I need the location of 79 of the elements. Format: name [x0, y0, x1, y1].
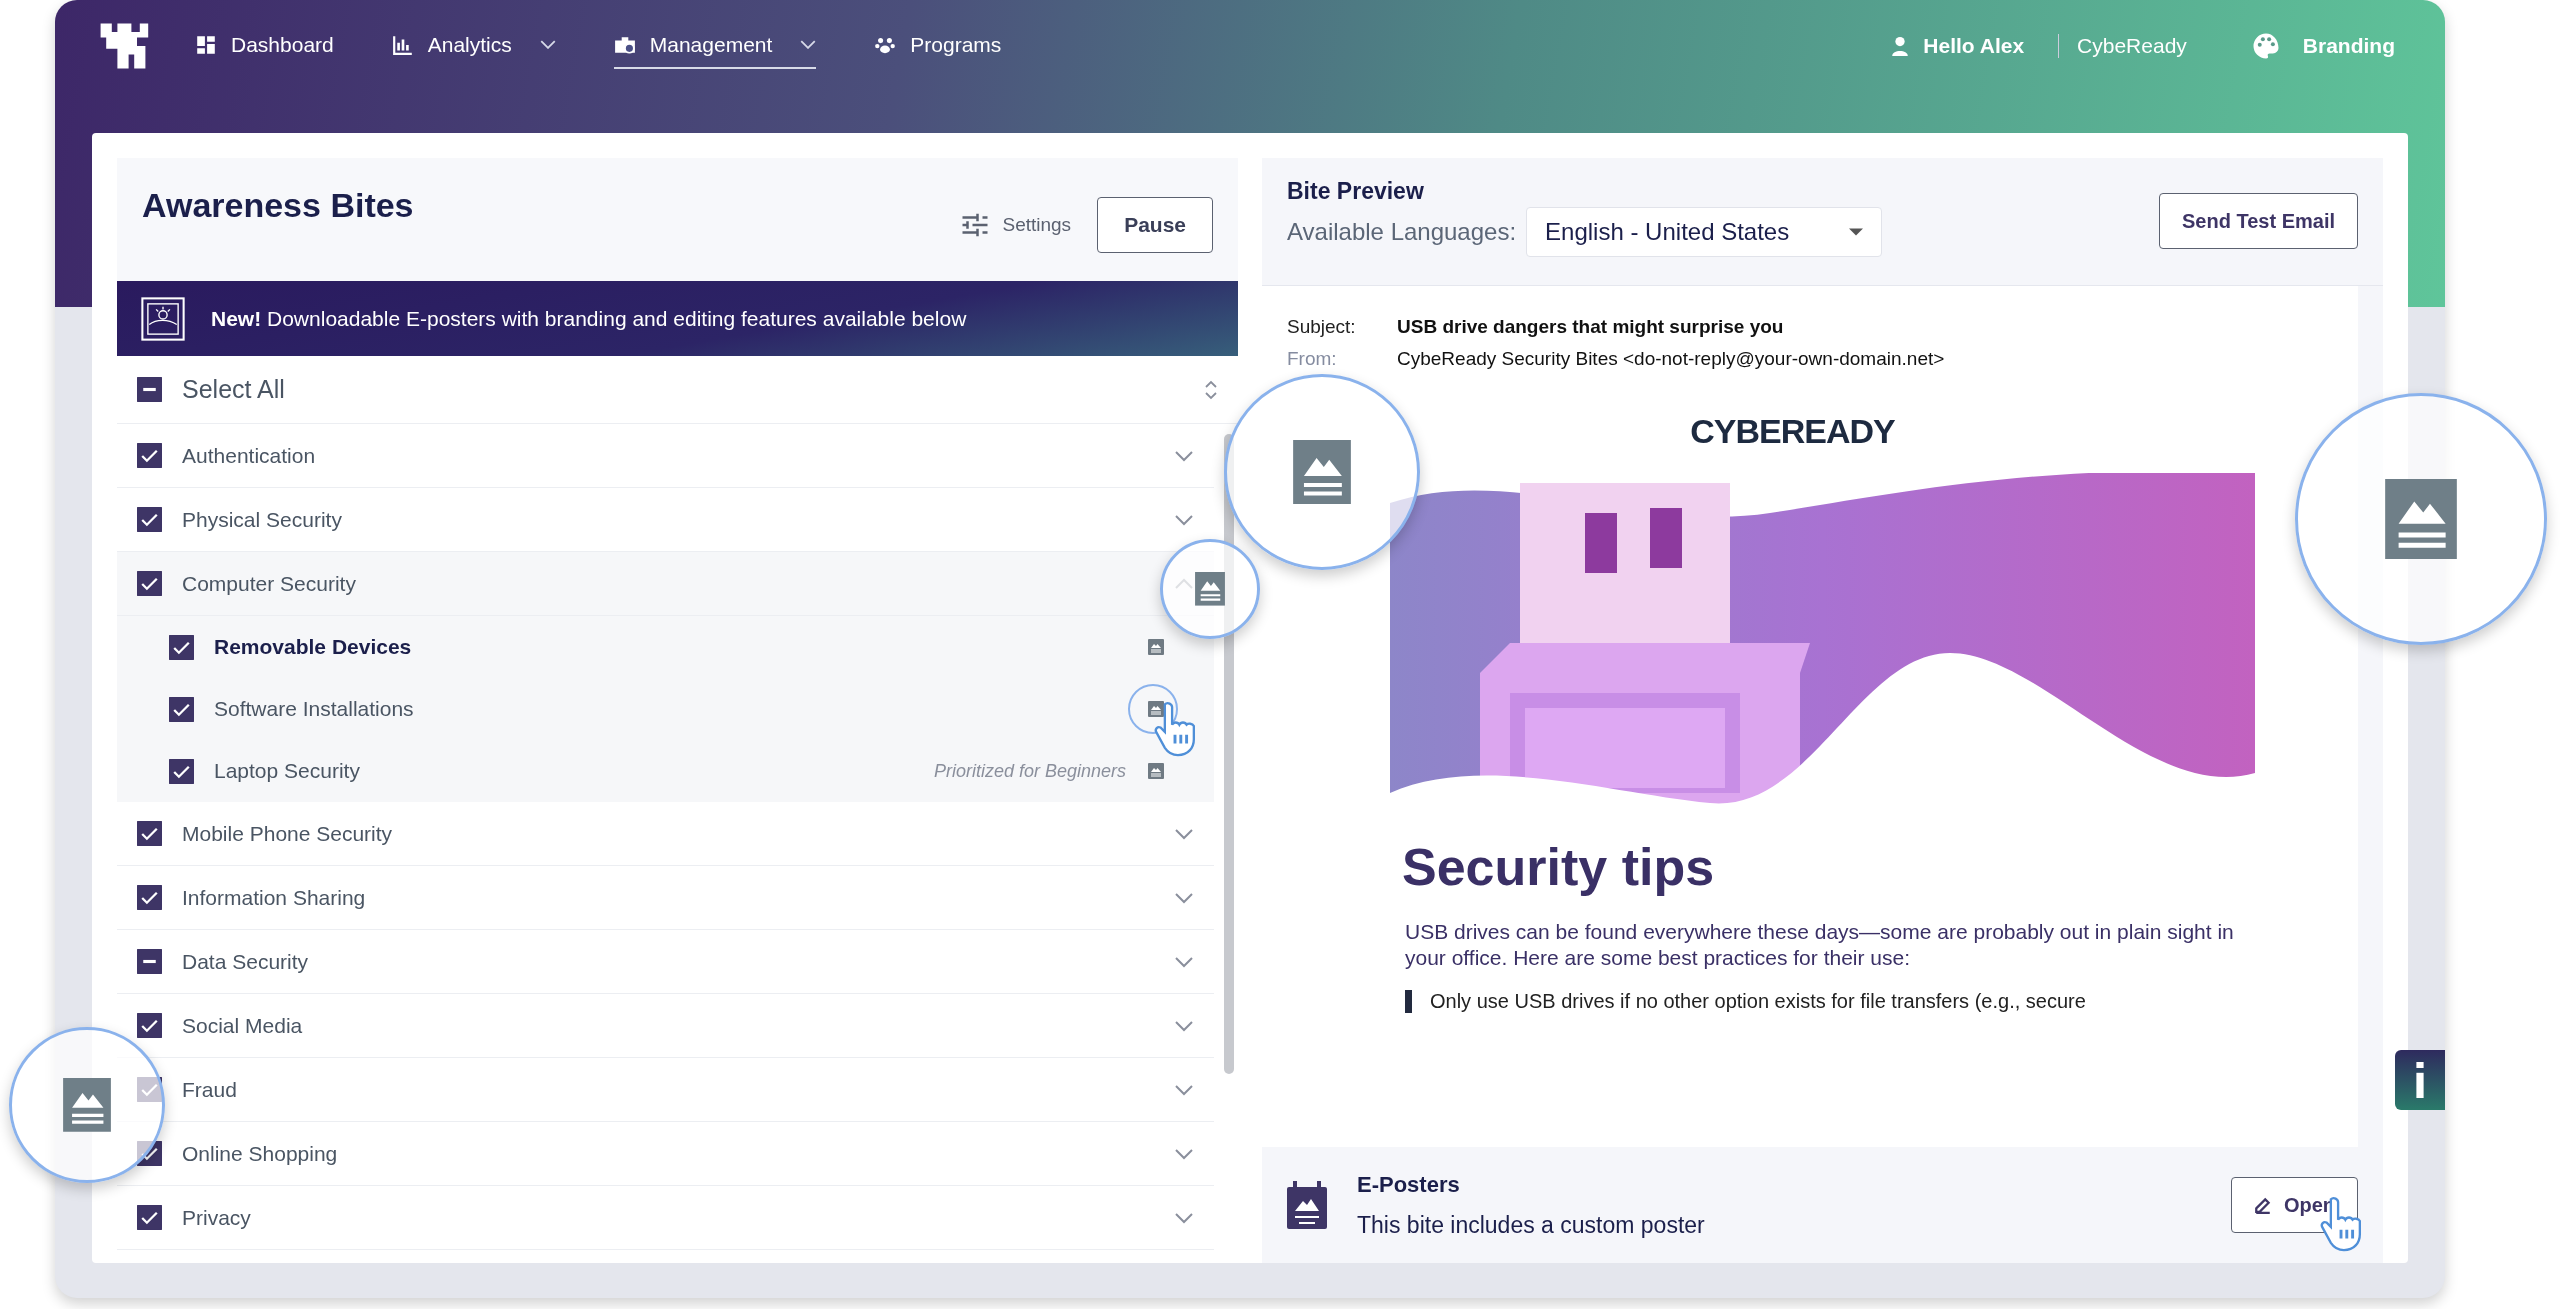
checkbox[interactable] — [169, 696, 194, 722]
bite-label[interactable]: Removable Devices — [214, 635, 412, 659]
info-tab[interactable] — [2395, 1050, 2445, 1110]
nav-item[interactable]: Management — [613, 22, 817, 69]
preview-title: Bite Preview — [1287, 178, 1425, 205]
pencil-icon — [2253, 1196, 2272, 1214]
dashboard-icon — [195, 33, 217, 56]
checkbox[interactable] — [137, 507, 162, 532]
chevron-icon[interactable] — [1174, 1211, 1194, 1224]
send-test-email-button[interactable]: Send Test Email — [2159, 193, 2358, 249]
chevron-icon[interactable] — [1174, 1083, 1194, 1096]
priority-note: Prioritized for Beginners — [933, 760, 1126, 782]
checkbox[interactable] — [137, 377, 162, 402]
email-body-text: USB drives can be found everywhere these days—some are probably out in plain sight in your office. Here are some best practices for their use: — [1405, 919, 2235, 972]
sender-text: CybeReady Security Bites <do-not-reply@your-own-domain.net> — [1397, 348, 1945, 370]
image-icon — [1195, 572, 1225, 606]
chevron-icon[interactable] — [1174, 1019, 1194, 1032]
brand-logo: CYBEREADY — [1689, 412, 1896, 451]
chevron-icon[interactable] — [1174, 1147, 1194, 1160]
category-label[interactable]: Social Media — [182, 1013, 303, 1038]
poster-icon — [1287, 1181, 1327, 1229]
category-label[interactable]: Computer Security — [182, 571, 356, 596]
settings-link[interactable]: Settings — [1002, 213, 1072, 236]
category-label[interactable]: Privacy — [182, 1205, 251, 1230]
checkbox[interactable] — [137, 571, 162, 596]
poster-icon[interactable] — [1148, 639, 1164, 655]
languages-label: Available Languages: — [1287, 218, 1517, 246]
category-label[interactable]: Mobile Phone Security — [182, 821, 393, 846]
organization-name: CybeReady — [2058, 33, 2187, 58]
image-icon — [63, 1078, 111, 1132]
from-label: From: — [1287, 348, 1338, 370]
eposters-description: This bite includes a custom poster — [1357, 1211, 1705, 1239]
chevron-icon[interactable] — [1174, 513, 1194, 526]
category-label[interactable]: Fraud — [182, 1077, 237, 1102]
eposters-title: E-Posters — [1357, 1171, 1461, 1198]
nav-item[interactable]: Analytics — [391, 22, 556, 69]
select-all-label[interactable]: Select All — [182, 375, 285, 404]
chevron-icon[interactable] — [1174, 955, 1194, 968]
checkbox[interactable] — [137, 1013, 162, 1038]
email-heading: Security tips — [1402, 837, 1716, 897]
subject-label: Subject: — [1287, 316, 1357, 338]
chevron-icon[interactable] — [1174, 827, 1194, 840]
poster-icon[interactable] — [1148, 701, 1164, 717]
checkbox[interactable] — [169, 634, 194, 660]
category-label[interactable]: Data Security — [182, 949, 309, 974]
user-icon — [1891, 35, 1910, 56]
language-select[interactable]: English - United States — [1526, 207, 1883, 257]
checkbox[interactable] — [137, 949, 162, 974]
banner-text: New! Downloadable E-posters with branding and editing features available below — [211, 306, 967, 331]
info-icon — [2414, 1062, 2426, 1098]
caret-icon[interactable] — [539, 40, 556, 49]
checkbox[interactable] — [137, 885, 162, 910]
page-title: Awareness Bites — [142, 186, 414, 226]
category-label[interactable]: Information Sharing — [182, 885, 366, 910]
image-icon — [2385, 478, 2457, 560]
nav-item[interactable]: Dashboard — [195, 22, 334, 69]
image-icon — [1293, 439, 1351, 505]
checkbox[interactable] — [169, 758, 194, 784]
checkbox[interactable] — [137, 443, 162, 468]
chevron-icon[interactable] — [1174, 449, 1194, 462]
caret-icon[interactable] — [800, 40, 817, 49]
category-label[interactable]: Online Shopping — [182, 1141, 338, 1166]
subject-text: USB drive dangers that might surprise you — [1397, 316, 1784, 338]
nav-item[interactable]: Programs — [874, 22, 1002, 69]
chevron-icon[interactable] — [1174, 891, 1194, 904]
checkbox[interactable] — [137, 1205, 162, 1230]
poster-frame-icon — [141, 296, 185, 341]
sort-icon[interactable] — [1204, 378, 1218, 401]
bite-label[interactable]: Software Installations — [214, 697, 414, 721]
pause-button[interactable]: Pause — [1097, 196, 1213, 253]
category-label[interactable]: Authentication — [182, 443, 316, 468]
poster-icon[interactable] — [1148, 763, 1164, 779]
bite-label[interactable]: Laptop Security — [214, 759, 360, 783]
category-label[interactable]: Physical Security — [182, 507, 342, 532]
sliders-icon[interactable] — [960, 211, 991, 238]
checkbox[interactable] — [137, 821, 162, 846]
bar-chart-icon — [391, 33, 414, 56]
tip-text: Only use USB drives if no other option exists for file transfers (e.g., secure — [1405, 989, 2358, 1013]
caret-icon[interactable] — [1849, 228, 1864, 236]
